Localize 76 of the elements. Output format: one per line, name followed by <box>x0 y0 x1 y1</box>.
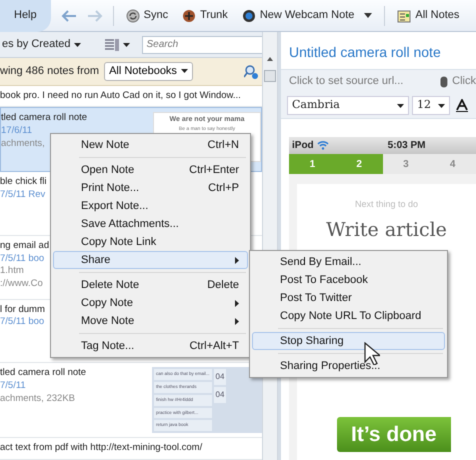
menu-tab[interactable]: Help <box>0 0 51 32</box>
submenu-arrow-icon <box>235 300 239 306</box>
note-title: book pro. I need no run Auto Cad on it, so I got Window... <box>0 90 241 103</box>
list-view-icon <box>105 38 120 51</box>
menu-item[interactable]: Stop Sharing <box>252 332 445 350</box>
view-options-button[interactable] <box>103 38 132 51</box>
sync-icon <box>126 8 140 22</box>
caret-icon <box>397 104 404 108</box>
note-detail: 17/6/11 <box>1 125 32 138</box>
menu-item[interactable]: Print Note... Ctrl+P <box>53 179 248 197</box>
scroll-up-icon[interactable] <box>266 56 274 62</box>
note-detail: 7/5/11 boo <box>0 316 44 330</box>
menu-item[interactable]: Save Attachments... <box>53 215 248 233</box>
task-date: 04 <box>214 387 226 404</box>
attach-label[interactable]: Click <box>452 73 476 90</box>
caret-icon <box>74 42 82 47</box>
note-item[interactable]: act text from pdf with http://text-mining-tool.com/ <box>0 438 262 460</box>
note-title: tled camera roll note <box>0 367 86 380</box>
menu-item[interactable]: Post To Facebook <box>252 271 445 289</box>
device-name: iPod <box>292 139 314 153</box>
note-title: Untitled camera roll note <box>288 43 442 62</box>
caret-icon <box>180 69 188 74</box>
notes-icon <box>397 8 412 22</box>
note-detail: 7/5/11 boo <box>0 252 44 266</box>
caret-icon <box>123 42 130 47</box>
note-detail: 1.htm <box>0 265 24 278</box>
menu-item[interactable]: Tag Note... Ctrl+Alt+T <box>53 337 248 355</box>
note-title: tled camera roll note <box>1 112 88 126</box>
webcam-button[interactable]: New Webcam Note <box>240 7 374 24</box>
trunk-button[interactable]: Trunk <box>180 7 230 24</box>
note-detail: achments, <box>1 138 45 151</box>
text-format-icon <box>456 99 468 112</box>
menu-item[interactable]: Copy Note Link <box>53 233 248 251</box>
caption-text: Next thing to do <box>354 198 418 211</box>
device-time: 5:03 PM <box>388 139 426 153</box>
submenu-arrow-icon <box>235 256 239 264</box>
menu-item[interactable]: Copy Note <box>53 294 248 312</box>
menu-item[interactable]: New Note Ctrl+N <box>53 136 248 154</box>
menu-item[interactable]: Copy Note URL To Clipboard <box>252 307 445 325</box>
note-detail: 7/5/11 <box>0 380 26 393</box>
mouse-icon <box>440 76 448 88</box>
sync-button[interactable]: Sync <box>124 7 170 24</box>
caret-icon <box>438 104 445 108</box>
font-dropdown[interactable]: Cambria <box>287 96 409 115</box>
search-notebook-icon <box>244 64 258 79</box>
menu-item[interactable]: Send By Email... <box>252 253 445 271</box>
notebook-dropdown[interactable]: All Notebooks <box>104 62 193 81</box>
forward-icon <box>86 10 103 22</box>
note-title: l for dumm <box>0 304 45 316</box>
sort-dropdown[interactable]: es by Created <box>0 36 84 53</box>
note-title: ble chick fli <box>0 176 46 189</box>
source-url-field[interactable]: Click to set source url... <box>289 73 436 90</box>
menu-item[interactable]: Export Note... <box>53 197 248 215</box>
note-detail: achments, 232KB <box>0 392 75 406</box>
trunk-icon <box>182 8 196 22</box>
note-title: act text from pdf with http://text-mining-tool.com/ <box>0 442 202 456</box>
menu-item[interactable]: Open Note Ctrl+Enter <box>53 161 248 179</box>
size-dropdown[interactable]: 12 <box>412 96 450 115</box>
scrollbar-thumb[interactable] <box>264 70 276 82</box>
wifi-icon <box>316 141 329 150</box>
filter-text: wing 486 notes from <box>0 64 100 80</box>
menu-item[interactable]: Move Note <box>53 312 248 330</box>
note-title: ng email ad <box>0 240 50 253</box>
note-detail: 7/5/11 Rev <box>0 188 46 202</box>
notes-button[interactable]: All Notes <box>395 7 462 24</box>
headline-text: Write article <box>326 218 447 242</box>
menu-item[interactable]: Post To Twitter <box>252 289 445 307</box>
task-date: 04 <box>214 369 226 386</box>
search-field[interactable]: Search <box>142 36 262 54</box>
menu-item[interactable]: Delete Note Delete <box>53 276 248 294</box>
menu-item[interactable]: Share <box>53 251 248 269</box>
back-icon <box>60 10 77 22</box>
note-detail: ://www.Co <box>0 278 43 292</box>
submenu-arrow-icon <box>235 318 239 324</box>
caret-icon <box>364 13 372 18</box>
webcam-icon <box>242 8 256 22</box>
